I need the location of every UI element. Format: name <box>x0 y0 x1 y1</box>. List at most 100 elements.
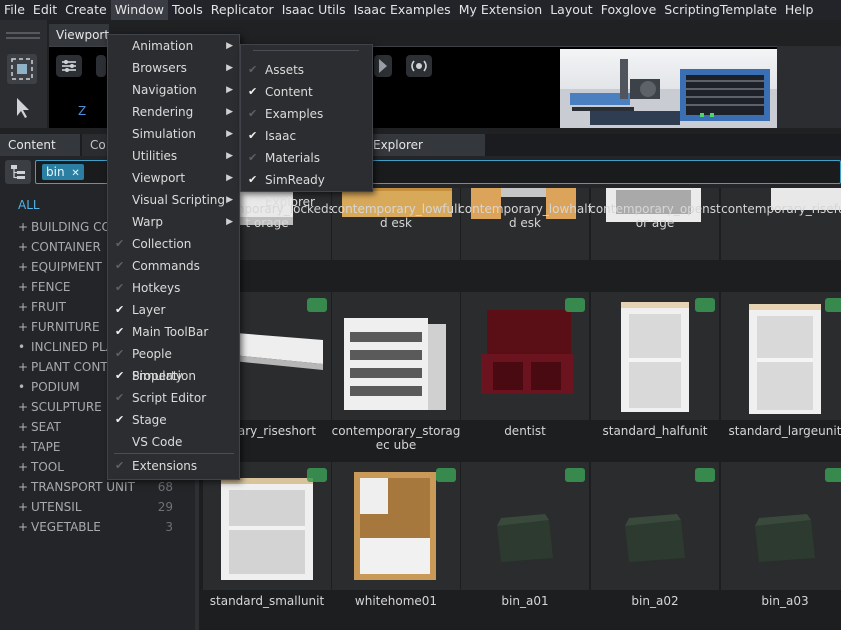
menu-help[interactable]: Help <box>781 0 818 20</box>
tab-content[interactable]: Content <box>0 134 80 156</box>
expand-icon[interactable]: + <box>18 437 28 457</box>
submenu-arrow-icon: ▶ <box>226 173 233 183</box>
browsers-submenu: ✔ Assets ✔ Content ✔ Examples ✔ Isaac ✔ Materials… <box>240 44 373 209</box>
window-menu-item-main-toolbar[interactable]: ✔ Main ToolBar <box>108 321 239 343</box>
viewport-side-strip <box>777 46 841 128</box>
browsers-menu-item-examples[interactable]: ✔ Examples <box>241 103 372 125</box>
window-menu-item-stage[interactable]: ✔ Stage <box>108 409 239 431</box>
expand-icon[interactable]: + <box>18 417 28 437</box>
category-transport-unit[interactable]: + TRANSPORT UNIT 68 <box>0 477 195 497</box>
expand-icon[interactable]: + <box>18 517 28 537</box>
menu-replicator[interactable]: Replicator <box>207 0 278 20</box>
window-menu-item-property[interactable]: ✔ Property <box>108 365 239 387</box>
viewport-camera-icon[interactable] <box>96 55 106 77</box>
submenu-arrow-icon: ▶ <box>226 217 233 227</box>
browsers-menu-item-materials[interactable]: ✔ Materials <box>241 147 372 169</box>
menu-layout[interactable]: Layout <box>546 0 597 20</box>
window-menu-item-vs-code[interactable]: VS Code <box>108 431 239 453</box>
window-menu-item-commands[interactable]: ✔ Commands <box>108 255 239 277</box>
window-menu-item-simulation[interactable]: Simulation ▶ <box>108 123 239 145</box>
simready-badge-icon <box>695 298 715 312</box>
submenu-arrow-icon: ▶ <box>226 195 233 205</box>
category-vegetable[interactable]: + VEGETABLE 3 <box>0 517 195 537</box>
submenu-arrow-icon: ▶ <box>226 107 233 117</box>
pointer-icon[interactable] <box>7 92 37 122</box>
expand-icon[interactable]: + <box>18 457 28 477</box>
asset-name: standard_halfunit <box>602 424 708 438</box>
window-menu-item-warp[interactable]: Warp ▶ <box>108 211 239 233</box>
simready-badge-icon <box>565 298 585 312</box>
window-menu-item-rendering[interactable]: Rendering ▶ <box>108 101 239 123</box>
remove-tag-icon[interactable]: ✕ <box>71 168 79 179</box>
menu-create[interactable]: Create <box>61 0 111 20</box>
bullet-icon[interactable]: • <box>18 337 28 357</box>
window-menu-item-animation[interactable]: Animation ▶ <box>108 35 239 57</box>
window-menu-item-script-editor[interactable]: ✔ Script Editor <box>108 387 239 409</box>
window-menu-item-hotkeys[interactable]: ✔ Hotkeys <box>108 277 239 299</box>
menu-window[interactable]: Window <box>110 0 168 20</box>
checkmark-icon: ✔ <box>115 391 125 404</box>
browsers-menu-item-assets[interactable]: ✔ Assets <box>241 59 372 81</box>
category-utensil[interactable]: + UTENSIL 29 <box>0 497 195 517</box>
category-label: EQUIPMENT <box>31 260 102 274</box>
category-label: SCULPTURE <box>31 400 102 414</box>
menu-isaac-examples[interactable]: Isaac Examples <box>350 0 455 20</box>
browsers-menu-item-content[interactable]: ✔ Content <box>241 81 372 103</box>
menu-my-extension[interactable]: My Extension <box>455 0 547 20</box>
search-tag-chip[interactable]: bin ✕ <box>42 164 84 180</box>
window-menu-item-layer[interactable]: ✔ Layer <box>108 299 239 321</box>
menu-tools[interactable]: Tools <box>168 0 207 20</box>
menu-isaac-utils[interactable]: Isaac Utils <box>278 0 350 20</box>
viewport-tab[interactable]: Viewport <box>49 24 109 46</box>
browsers-menu-item-simready-explorer[interactable]: ✔ SimReady Explorer <box>241 169 372 209</box>
menu-item-label: Commands <box>132 259 200 273</box>
asset-thumbnail <box>591 292 719 420</box>
menu-edit[interactable]: Edit <box>29 0 61 20</box>
asset-thumbnail <box>461 462 589 590</box>
viewport-settings-icon[interactable] <box>56 55 82 77</box>
window-menu-item-people-simulation[interactable]: ✔ People Simulation <box>108 343 239 383</box>
menu-scripting-template[interactable]: ScriptingTemplate <box>660 0 781 20</box>
left-toolbar <box>0 20 47 128</box>
bullet-icon[interactable]: • <box>18 377 28 397</box>
category-label: TAPE <box>31 440 61 454</box>
window-menu-item-extensions[interactable]: ✔ Extensions <box>108 455 239 477</box>
browsers-menu-item-isaac[interactable]: ✔ Isaac <box>241 125 372 147</box>
category-all[interactable]: ALL <box>18 198 40 212</box>
expand-icon[interactable]: + <box>18 317 28 337</box>
asset-name: dentist <box>504 424 546 438</box>
window-menu-item-visual-scripting[interactable]: Visual Scripting ▶ <box>108 189 239 211</box>
expand-icon[interactable]: + <box>18 357 28 377</box>
expand-icon[interactable]: + <box>18 257 28 277</box>
checkmark-icon: ✔ <box>115 325 125 338</box>
window-menu-item-collection[interactable]: ✔ Collection <box>108 233 239 255</box>
hierarchy-filter-icon[interactable] <box>5 160 31 184</box>
asset-thumbnail <box>332 292 460 420</box>
expand-icon[interactable]: + <box>18 477 28 497</box>
toolbar-grip[interactable] <box>6 37 40 39</box>
toolbar-grip[interactable] <box>6 32 40 34</box>
expand-icon[interactable]: + <box>18 297 28 317</box>
expand-icon[interactable]: + <box>18 397 28 417</box>
window-menu-item-browsers[interactable]: Browsers ▶ <box>108 57 239 79</box>
window-menu-item-viewport[interactable]: Viewport ▶ <box>108 167 239 189</box>
window-menu-dropdown: Animation ▶ Browsers ▶ Navigation ▶ Rendering ▶… <box>107 34 240 480</box>
broadcast-icon[interactable] <box>406 55 432 77</box>
asset-thumbnail <box>461 292 589 420</box>
submenu-arrow-icon: ▶ <box>226 129 233 139</box>
menu-file[interactable]: File <box>0 0 29 20</box>
asset-thumbnail <box>591 462 719 590</box>
window-menu-item-navigation[interactable]: Navigation ▶ <box>108 79 239 101</box>
tab-content-2[interactable]: Co <box>82 134 108 156</box>
asset-name: contemporary_openstor age <box>589 202 721 230</box>
menu-foxglove[interactable]: Foxglove <box>597 0 661 20</box>
select-mode-icon[interactable] <box>7 54 37 84</box>
checkmark-icon: ✔ <box>115 347 125 360</box>
expand-icon[interactable]: + <box>18 237 28 257</box>
play-forward-icon[interactable] <box>374 55 392 77</box>
expand-icon[interactable]: + <box>18 217 28 237</box>
window-menu-item-utilities[interactable]: Utilities ▶ <box>108 145 239 167</box>
expand-icon[interactable]: + <box>18 277 28 297</box>
expand-icon[interactable]: + <box>18 497 28 517</box>
tab-simready-explorer[interactable]: Explorer <box>365 134 485 156</box>
